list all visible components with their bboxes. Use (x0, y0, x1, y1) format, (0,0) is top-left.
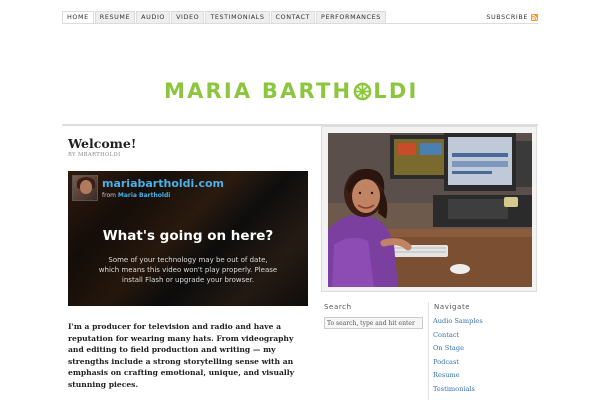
video-message: Some of your technology may be out of da… (98, 256, 278, 284)
video-from-line: from Maria Bartholdi (102, 192, 170, 199)
video-avatar (72, 175, 98, 201)
logo-text-left: MARIA BARTH (164, 79, 353, 103)
rss-icon (531, 13, 538, 21)
video-site-link[interactable]: mariabartholdi.com (102, 177, 224, 190)
site-logo[interactable]: MARIA BARTH LDI (164, 79, 419, 103)
video-headline: What's going on here? (102, 228, 274, 244)
search-input[interactable] (324, 317, 423, 329)
logo-text-right: LDI (373, 79, 419, 103)
nav-testimonials[interactable]: Testimonials (205, 11, 270, 23)
nav-resume[interactable]: Resume (94, 11, 136, 23)
main-nav: Home Resume Audio Video Testimonials Con… (62, 11, 387, 23)
nav-contact[interactable]: Contact (270, 11, 316, 23)
video-player[interactable]: mariabartholdi.com from Maria Bartholdi … (68, 171, 308, 306)
video-from-name[interactable]: Maria Bartholdi (118, 192, 170, 199)
search-widget-title: Search (324, 303, 352, 311)
video-from-prefix: from (102, 192, 118, 199)
navigate-widget-title: Navigate (434, 303, 471, 311)
nav-performances[interactable]: Performances (316, 11, 386, 23)
wheel-icon (353, 82, 372, 100)
sidebar-divider (428, 302, 429, 400)
site-header: MARIA BARTH LDI (62, 24, 538, 124)
nav-home[interactable]: Home (62, 11, 94, 23)
profile-photo (321, 126, 537, 292)
navigate-item-testimonials[interactable]: Testimonials (433, 384, 483, 398)
navigate-item-audio-samples[interactable]: Audio Samples (433, 316, 483, 330)
nav-audio[interactable]: Audio (136, 11, 171, 23)
navigate-item-contact[interactable]: Contact (433, 330, 483, 344)
post-title[interactable]: Welcome! (68, 136, 136, 151)
subscribe-link[interactable]: Subscribe (486, 12, 538, 22)
navigate-item-resume[interactable]: Resume (433, 370, 483, 384)
intro-paragraph: I'm a producer for television and radio … (68, 322, 295, 389)
subscribe-label: Subscribe (486, 13, 528, 21)
nav-video[interactable]: Video (171, 11, 205, 23)
navigate-item-podcast[interactable]: Podcast (433, 357, 483, 371)
post-byline: by MBARTHOLDI (68, 152, 121, 158)
navigate-item-on-stage[interactable]: On Stage (433, 343, 483, 357)
navigate-list: Audio Samples Contact On Stage Podcast R… (433, 316, 483, 397)
